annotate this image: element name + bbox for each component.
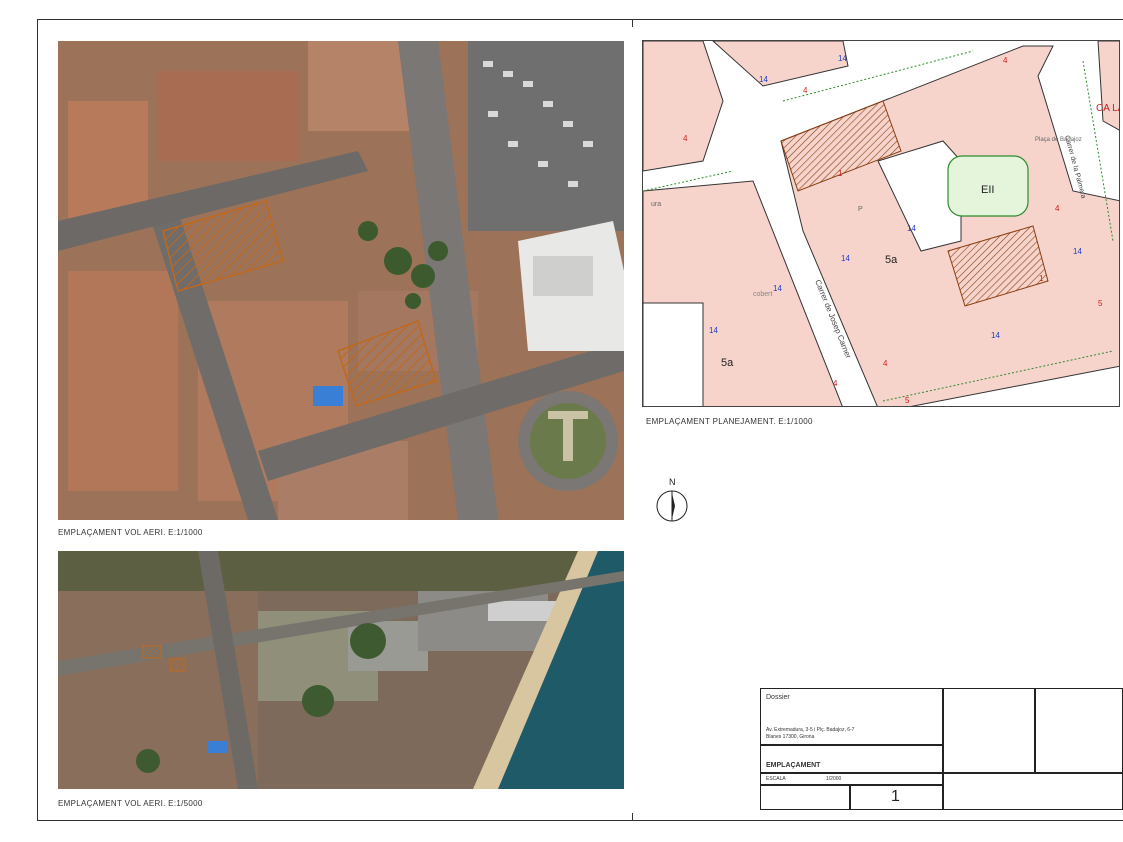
blank-cell-right xyxy=(1035,688,1123,773)
planning-map: Carrer de Josep Carner Carrer de la Palm… xyxy=(642,40,1120,407)
zone-5a-label-2: 5a xyxy=(721,357,734,369)
num-4-a: 4 xyxy=(803,86,808,95)
num-14-e: 14 xyxy=(773,284,782,293)
num-5-a: 5 xyxy=(905,396,910,405)
blank-cell-mid xyxy=(943,688,1035,773)
num-14-c: 14 xyxy=(841,254,850,263)
num-14-d: 14 xyxy=(907,224,916,233)
num-1-b: 1 xyxy=(1039,274,1044,283)
num-14-a: 14 xyxy=(759,75,768,84)
num-14-b: 14 xyxy=(838,54,847,63)
north-label: N xyxy=(669,477,676,487)
num-4-b: 4 xyxy=(1003,56,1008,65)
dossier-cell: Dossier Av. Extremadura, 3-5 i Plç. Bada… xyxy=(760,688,943,745)
planning-caption: EMPLAÇAMENT PLANEJAMENT. E:1/1000 xyxy=(646,417,813,426)
cobert-label: cobert xyxy=(753,291,773,298)
dossier-label: Dossier xyxy=(766,694,790,701)
blank-cell-bottom xyxy=(943,773,1123,810)
address-line-2: Blanes 17300, Girona xyxy=(766,734,815,740)
scale-cell: ESCALA 1/2000 xyxy=(760,773,943,785)
north-arrow-icon xyxy=(656,490,688,522)
aerial-1000-caption: EMPLAÇAMENT VOL AERI. E:1/1000 xyxy=(58,528,203,537)
num-4-c: 4 xyxy=(683,134,688,143)
scale-label: ESCALA xyxy=(766,776,786,782)
north-arrow: N xyxy=(655,477,691,523)
zone-eii-label: EII xyxy=(981,184,994,196)
sheet-number-cell: 1 xyxy=(850,785,943,810)
num-1-a: 1 xyxy=(838,169,843,178)
num-14-f: 14 xyxy=(709,326,718,335)
aerial-view-1000 xyxy=(58,41,624,520)
square-label: Plaça de Badajoz xyxy=(1035,137,1082,143)
sheet-number: 1 xyxy=(891,788,900,805)
bottom-center-tick xyxy=(632,813,633,821)
address-line-1: Av. Extremadura, 3-5 i Plç. Badajoz, 6-7 xyxy=(766,727,855,733)
num-4-d: 4 xyxy=(1055,204,1060,213)
num-5-b: 5 xyxy=(1098,299,1103,308)
sheet-title-cell: EMPLAÇAMENT xyxy=(760,745,943,773)
aerial-image-1000 xyxy=(58,41,624,520)
num-4-e: 4 xyxy=(833,379,838,388)
num-14-g: 14 xyxy=(991,331,1000,340)
zone-5a-label: 5a xyxy=(885,254,898,266)
blank-cell-left xyxy=(760,785,850,810)
num-4-f: 4 xyxy=(883,359,888,368)
p-label: P xyxy=(858,206,863,213)
top-center-tick xyxy=(632,19,633,27)
aerial-view-5000 xyxy=(58,551,624,789)
aerial-image-5000 xyxy=(58,551,624,789)
cut-label-red: CA LA S (dis xyxy=(1096,103,1120,114)
num-14-h: 14 xyxy=(1073,247,1082,256)
aerial-5000-caption: EMPLAÇAMENT VOL AERI. E:1/5000 xyxy=(58,799,203,808)
cut-label-left: ura xyxy=(651,201,661,208)
planning-map-image: Carrer de Josep Carner Carrer de la Palm… xyxy=(643,41,1120,406)
scale-value: 1/2000 xyxy=(826,776,842,782)
title-block: Dossier Av. Extremadura, 3-5 i Plç. Bada… xyxy=(760,688,1123,813)
sheet-title: EMPLAÇAMENT xyxy=(766,762,821,769)
